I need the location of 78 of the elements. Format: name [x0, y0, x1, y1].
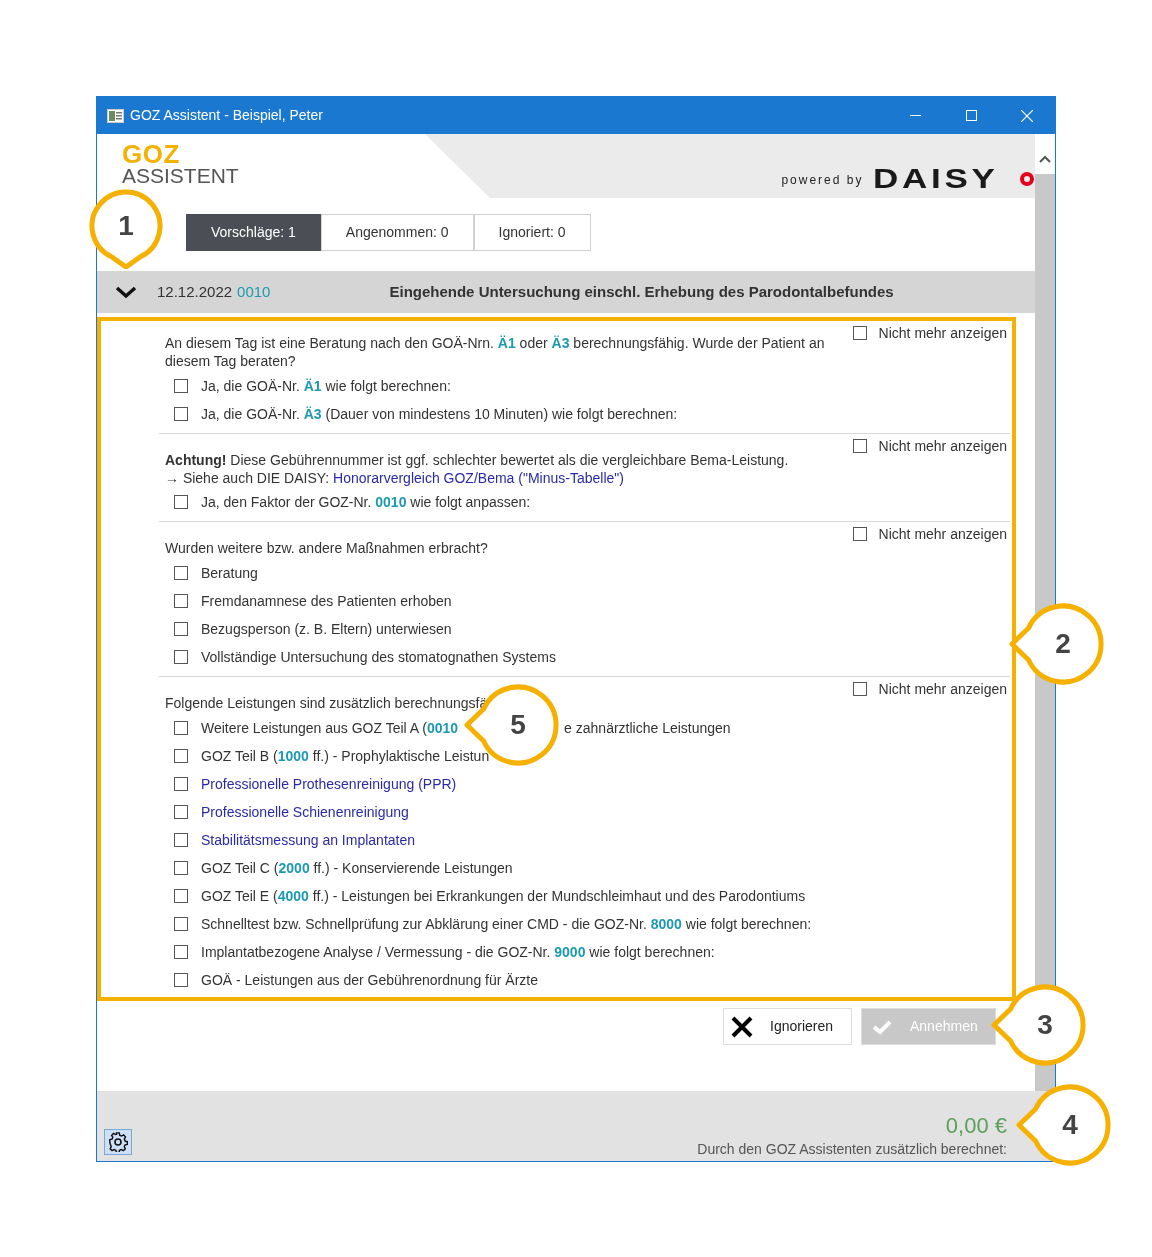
checkbox[interactable]: [174, 777, 188, 791]
question-text: An diesem Tag ist eine Beratung nach den GOÄ-Nrn. Ä1 oder Ä3 berechnungsfähig. Wurde der Patient an diesem Tag beraten?: [165, 334, 826, 370]
option-label: Implantatbezogene Analyse / Vermessung - die GOZ-Nr. 9000 wie folgt berechnen:: [201, 942, 715, 962]
callout: 4: [1016, 1083, 1112, 1167]
option-label: Ja, den Faktor der GOZ-Nr. 0010 wie folgt anpassen:: [201, 492, 531, 512]
amount-caption: Durch den GOZ Assistenten zusätzlich berechnet:: [697, 1140, 1007, 1158]
checkbox[interactable]: [174, 917, 188, 931]
settings-button[interactable]: [104, 1129, 132, 1155]
option-label: GOZ Teil E (4000 ff.) - Leistungen bei Erkrankungen der Mundschleimhaut und des Parodontiums: [201, 886, 806, 906]
opt-out-label: Nicht mehr anzeigen: [878, 437, 1007, 455]
checkbox[interactable]: [852, 682, 867, 696]
checkbox[interactable]: [174, 622, 188, 636]
amount-value: 0,00 €: [945, 1112, 1007, 1140]
option-label: Beratung: [201, 563, 258, 583]
option-link[interactable]: Stabilitätsmessung an Implantaten: [201, 829, 415, 851]
callout: 3: [991, 983, 1087, 1067]
option-label: GOZ Teil B (1000 ff.) - Prophylaktische Leistun: [201, 746, 490, 766]
checkbox[interactable]: [852, 326, 867, 340]
checkbox[interactable]: [174, 749, 188, 763]
entry-header[interactable]: 12.12.2022 0010 Eingehende Untersuchung einschl. Erhebung des Parodontalbefundes: [97, 271, 1035, 313]
checkbox[interactable]: [174, 833, 188, 847]
opt-out-label: Nicht mehr anzeigen: [878, 324, 1007, 342]
opt-out-label: Nicht mehr anzeigen: [878, 680, 1007, 698]
checkbox[interactable]: [852, 527, 867, 541]
option-label: Vollständige Untersuchung des stomatognathen Systems: [201, 647, 556, 667]
checkbox[interactable]: [174, 945, 188, 959]
reference-text: → Siehe auch DIE DAISY: Honorarvergleich GOZ/Bema ("Minus-Tabelle"): [165, 469, 625, 487]
tab[interactable]: Ignoriert: 0: [473, 214, 591, 251]
checkmark-icon: [872, 1018, 892, 1035]
ring-icon: [1020, 172, 1034, 186]
checkbox[interactable]: [174, 379, 188, 393]
logo-subtitle: ASSISTENT: [122, 166, 239, 186]
checkbox[interactable]: [174, 650, 188, 664]
brand-name: DAISY: [873, 168, 1000, 190]
option-label: Schnelltest bzw. Schnellprüfung zur Abklärung einer CMD - die GOZ-Nr. 8000 wie folgt berechnen:: [201, 914, 812, 934]
checkbox[interactable]: [174, 407, 188, 421]
entry-title: Eingehende Untersuchung einschl. Erhebung des Parodontalbefundes: [389, 281, 894, 302]
logo-title: GOZ: [122, 142, 181, 166]
callout: 2: [1009, 602, 1105, 686]
powered-by-label: powered by: [781, 172, 864, 189]
entry-date: 12.12.2022: [157, 281, 233, 302]
option-link[interactable]: Professionelle Prothesenreinigung (PPR): [201, 773, 457, 795]
scroll-up-icon[interactable]: [1039, 155, 1051, 163]
window-title: GOZ Assistent - Beispiel, Peter: [130, 106, 323, 125]
checkbox[interactable]: [852, 439, 867, 453]
question-text: Wurden weitere bzw. andere Maßnahmen erbracht?: [165, 539, 489, 557]
option-link[interactable]: Professionelle Schienenreinigung: [201, 801, 409, 823]
checkbox[interactable]: [174, 973, 188, 987]
link[interactable]: Honorarvergleich GOZ/Bema ("Minus-Tabelle"): [333, 470, 624, 486]
cross-icon: [731, 1015, 753, 1038]
checkbox[interactable]: [174, 566, 188, 580]
option-label: Ja, die GOÄ-Nr. Ä3 (Dauer von mindestens 10 Minuten) wie folgt berechnen:: [201, 404, 678, 424]
checkbox[interactable]: [174, 594, 188, 608]
tab[interactable]: Vorschläge: 1: [186, 214, 321, 251]
checkbox[interactable]: [174, 805, 188, 819]
checkbox[interactable]: [174, 889, 188, 903]
option-label: GOÄ - Leistungen aus der Gebührenordnung für Ärzte: [201, 970, 538, 990]
option-label: Ja, die GOÄ-Nr. Ä1 wie folgt berechnen:: [201, 376, 451, 396]
entry-code: 0010: [237, 281, 271, 302]
tab[interactable]: Angenommen: 0: [320, 214, 474, 251]
checkbox[interactable]: [174, 495, 188, 509]
option-label: Bezugsperson (z. B. Eltern) unterwiesen: [201, 619, 452, 639]
question-text: Folgende Leistungen sind zusätzlich berechnungsfä: [165, 694, 489, 712]
option-label: e zahnärztliche Leistungen: [564, 718, 731, 738]
ignore-button[interactable]: Ignorieren: [723, 1008, 852, 1045]
app-icon: [107, 108, 124, 123]
minimize-icon: [909, 115, 921, 116]
option-label: Fremdanamnese des Patienten erhoben: [201, 591, 452, 611]
callout: 1: [86, 188, 166, 269]
settings-icon: [108, 1132, 128, 1152]
close-icon: [1021, 109, 1033, 122]
maximize-icon: [965, 110, 977, 121]
checkbox[interactable]: [174, 721, 188, 735]
warning-text: Achtung! Diese Gebührennummer ist ggf. schlechter bewertet als die vergleichbare Bema-Leistung.: [165, 451, 790, 469]
checkbox[interactable]: [174, 861, 188, 875]
option-label: Weitere Leistungen aus GOZ Teil A (0010: [201, 718, 459, 738]
option-label: GOZ Teil C (2000 ff.) - Konservierende Leistungen: [201, 858, 513, 878]
opt-out-label: Nicht mehr anzeigen: [878, 525, 1007, 543]
